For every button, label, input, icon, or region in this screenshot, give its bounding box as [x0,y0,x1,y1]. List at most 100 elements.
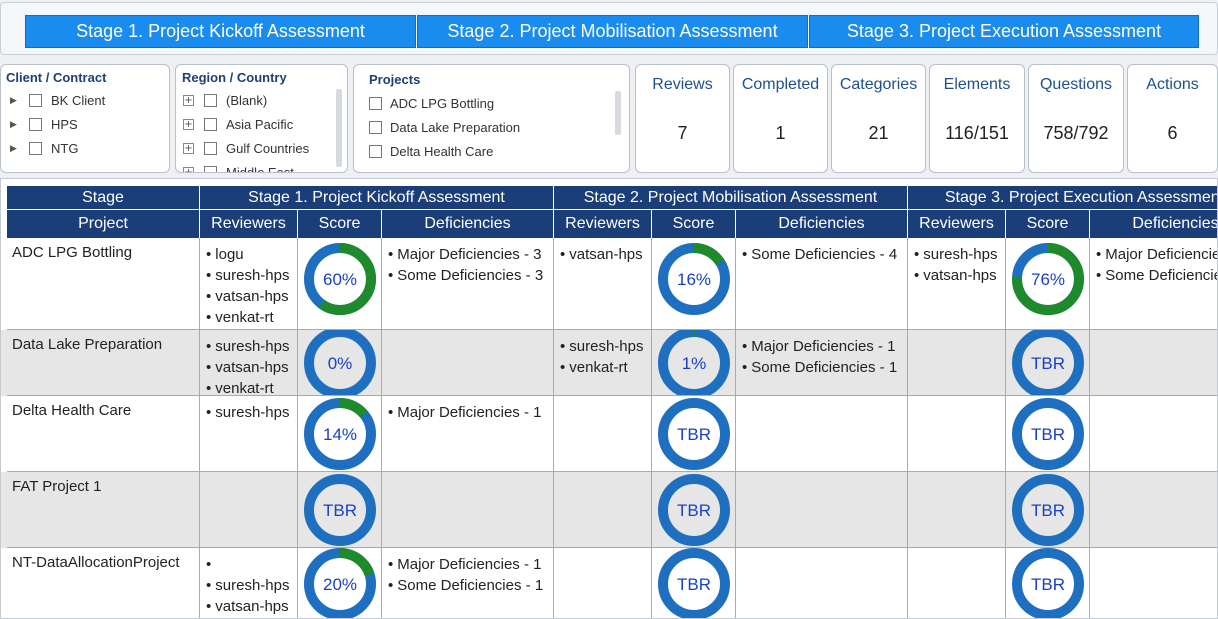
score-cell[interactable]: 60% [298,238,382,330]
project-cell[interactable]: Delta Health Care [7,396,200,472]
client-filter-item[interactable]: ▶ HPS [10,117,78,132]
checkbox[interactable] [369,121,382,134]
client-filter-label: NTG [51,141,79,156]
deficiencies-cell: Major Deficiencies - 1Some Deficiencies … [382,548,554,618]
score-cell[interactable]: TBR [1006,330,1090,396]
project-cell[interactable]: Data Lake Preparation [7,330,200,396]
reviewers-cell [908,396,1006,472]
list-item: Major Deficiencies - 1 [388,554,543,575]
score-donut: TBR [1012,330,1084,395]
projects-filter-scrollbar[interactable] [615,91,621,135]
score-cell[interactable]: TBR [652,396,736,472]
project-column-header: Project [7,210,199,238]
score-cell[interactable]: 14% [298,396,382,472]
expand-plus-icon[interactable]: + [183,167,194,172]
score-cell[interactable]: TBR [652,472,736,548]
score-cell[interactable]: TBR [1006,548,1090,618]
score-cell[interactable]: TBR [1006,396,1090,472]
client-filter-label: HPS [51,117,78,132]
score-label: 60% [323,270,357,289]
stage-header: Stage 2. Project Mobilisation Assessment [554,186,907,209]
region-filter-item[interactable]: + Asia Pacific [183,117,293,132]
projects-filter-item[interactable]: ADC LPG Bottling [369,96,494,111]
score-cell[interactable]: 1% [652,330,736,396]
reviewers-cell: suresh-hpsvatsan-hpsvenkat-rt [200,330,298,396]
list-item: vatsan-hps [206,357,289,378]
list-item: suresh-hps [206,402,289,423]
checkbox[interactable] [369,97,382,110]
region-filter-label: Asia Pacific [226,117,294,132]
reviewers-cell: vatsan-hps [554,238,652,330]
checkbox[interactable] [204,118,217,131]
client-filter-item[interactable]: ▶ NTG [10,141,78,156]
client-filter-item[interactable]: ▶ BK Client [10,93,105,108]
dashboard: Stage 1. Project Kickoff Assessment Stag… [0,0,1218,619]
region-filter-item[interactable]: + (Blank) [183,93,267,108]
score-cell[interactable]: 76% [1006,238,1090,330]
client-filter-title: Client / Contract [6,70,107,85]
projects-filter-item[interactable]: Delta Health Care [369,144,493,159]
region-filter-scrollbar[interactable] [336,89,342,167]
score-label: 20% [323,575,357,594]
table-row: FAT Project 1 TBR TBR TBR [1,472,1217,548]
region-filter-item[interactable]: + Gulf Countries [183,141,309,156]
deficiencies-cell: Major Deficiencies - 1Some Deficiencies … [736,330,908,396]
list-item [206,554,289,575]
project-cell[interactable]: FAT Project 1 [7,472,200,548]
project-name: Delta Health Care [12,402,132,419]
deficiencies-list: Major Deficiencies - 1 [388,402,541,423]
tab-stage-1[interactable]: Stage 1. Project Kickoff Assessment [25,15,416,48]
projects-filter-item[interactable]: Data Lake Preparation [369,120,520,135]
score-cell[interactable]: 20% [298,548,382,618]
reviewers-list: suresh-hpsvenkat-rt [560,336,643,378]
assessment-matrix: Stage Stage 1. Project Kickoff Assessment… [0,178,1218,619]
score-cell[interactable]: 0% [298,330,382,396]
project-name: Data Lake Preparation [12,336,163,353]
kpi-label: Elements [943,76,1011,93]
kpi-reviews: Reviews 7 [635,64,730,173]
expand-caret-icon[interactable]: ▶ [10,119,20,130]
expand-plus-icon[interactable]: + [183,143,194,154]
score-cell[interactable]: TBR [652,548,736,618]
deficiencies-cell [382,472,554,548]
client-filter-label: BK Client [51,93,106,108]
score-donut: TBR [1012,474,1084,546]
project-cell[interactable]: NT-DataAllocationProject [7,548,200,618]
reviewers-cell [200,472,298,548]
checkbox[interactable] [29,94,42,107]
list-item: logu [206,244,289,265]
expand-plus-icon[interactable]: + [183,95,194,106]
kpi-value: 758/792 [1043,123,1109,143]
score-label: TBR [1031,425,1065,444]
score-cell[interactable]: TBR [1006,472,1090,548]
reviewers-cell [554,548,652,618]
tab-stage-3[interactable]: Stage 3. Project Execution Assessment [809,15,1199,48]
client-contract-filter: Client / Contract ▶ BK Client ▶ HPS ▶ NT… [0,64,170,173]
checkbox[interactable] [204,166,217,172]
project-cell[interactable]: ADC LPG Bottling [7,238,200,330]
expand-caret-icon[interactable]: ▶ [10,95,20,106]
expand-caret-icon[interactable]: ▶ [10,143,20,154]
table-row: Data Lake Preparation suresh-hpsvatsan-hp… [1,330,1217,396]
score-label: TBR [677,425,711,444]
kpi-questions: Questions 758/792 [1028,64,1124,173]
checkbox[interactable] [29,142,42,155]
tab-stage-2[interactable]: Stage 2. Project Mobilisation Assessment [417,15,808,48]
checkbox[interactable] [204,94,217,107]
deficiencies-list: Major Deficiencies - 1Some Deficiencies … [388,554,543,596]
deficiencies-column-header: Deficiencies [736,210,907,238]
score-cell[interactable]: TBR [298,472,382,548]
expand-plus-icon[interactable]: + [183,119,194,130]
checkbox[interactable] [204,142,217,155]
checkbox[interactable] [29,118,42,131]
deficiencies-cell: Major Deficiencies - 3Some Deficiencies … [382,238,554,330]
region-country-filter: Region / Country + (Blank) + Asia Pacifi… [175,64,348,173]
stage-header: Stage 3. Project Execution Assessment [908,186,1217,209]
list-item: Some Deficiencies - 4 [742,244,897,265]
list-item: venkat-rt [560,357,643,378]
checkbox[interactable] [369,145,382,158]
deficiencies-cell [1090,330,1217,396]
score-cell[interactable]: 16% [652,238,736,330]
score-donut: 1% [658,330,730,395]
region-filter-item[interactable]: + Middle East [183,165,294,172]
